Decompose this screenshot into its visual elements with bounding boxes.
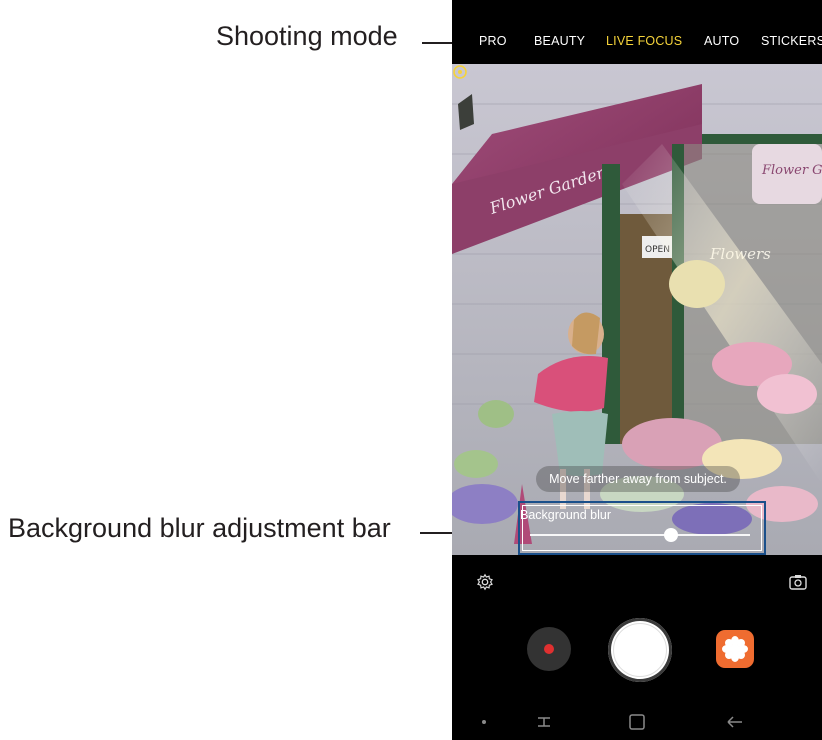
shooting-mode-bar: PRO BEAUTY LIVE FOCUS AUTO STICKERS: [452, 22, 822, 62]
shutter-icon: [613, 623, 667, 677]
record-icon: [544, 644, 554, 654]
camera-switch-icon[interactable]: [788, 573, 808, 591]
nav-dot-icon: [482, 720, 486, 724]
bixby-vision-button[interactable]: [716, 630, 754, 668]
camera-preview[interactable]: Flower Garden OPEN Flower Garden Flowers: [452, 64, 822, 555]
mode-auto[interactable]: AUTO: [704, 34, 739, 48]
mode-stickers[interactable]: STICKERS: [761, 34, 822, 48]
distance-hint-toast: Move farther away from subject.: [536, 466, 740, 492]
gear-icon[interactable]: [476, 573, 494, 591]
background-blur-label: Background blur: [520, 508, 612, 522]
effect-icon[interactable]: [452, 64, 468, 80]
hanging-sign: Flower Garden: [761, 163, 822, 178]
mode-live-focus[interactable]: LIVE FOCUS: [606, 34, 682, 48]
recent-apps-icon[interactable]: [538, 717, 550, 727]
navigation-bar: [452, 704, 822, 740]
bixby-vision-icon: [722, 636, 748, 662]
mode-pro[interactable]: PRO: [479, 34, 507, 48]
record-button[interactable]: [527, 627, 571, 671]
back-icon[interactable]: [727, 716, 742, 728]
mode-beauty[interactable]: BEAUTY: [534, 34, 585, 48]
shooting-mode-callout: Shooting mode: [216, 21, 398, 51]
background-blur-slider-thumb[interactable]: [663, 528, 678, 542]
background-blur-track[interactable]: [530, 534, 750, 536]
home-icon[interactable]: [629, 714, 645, 730]
shutter-button[interactable]: [608, 618, 672, 682]
background-blur-callout: Background blur adjustment bar: [8, 513, 391, 543]
phone-screen: PRO BEAUTY LIVE FOCUS AUTO STICKERS Flow…: [452, 0, 822, 740]
